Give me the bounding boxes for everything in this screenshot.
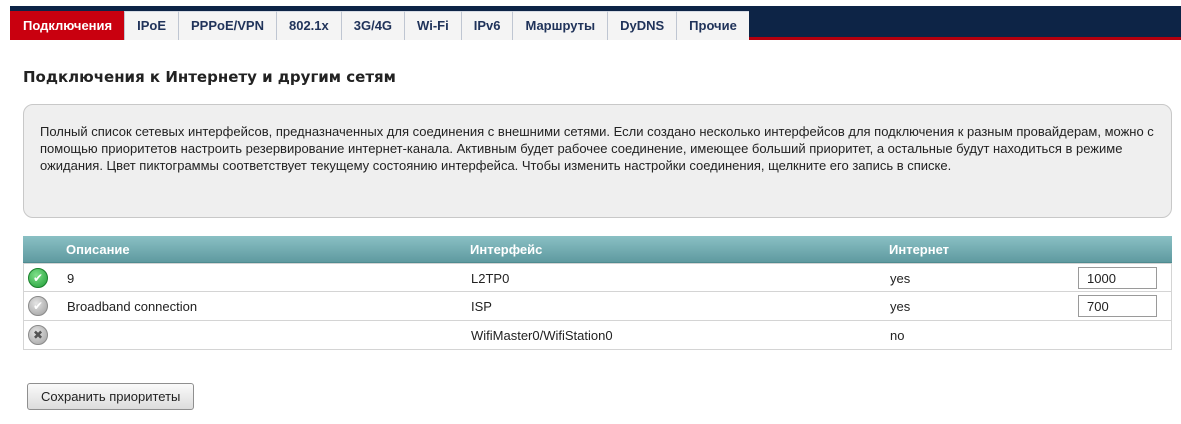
tab-802-1x[interactable]: 802.1x [275, 11, 341, 40]
table-row[interactable]: ✔ Broadband connection ISP yes [23, 292, 1172, 321]
save-priorities-button[interactable]: Сохранить приоритеты [27, 383, 195, 410]
tab-routes[interactable]: Маршруты [512, 11, 608, 40]
column-header-internet: Интернет [889, 242, 950, 257]
x-icon: ✖ [28, 325, 48, 345]
tab-connections[interactable]: Подключения [10, 11, 125, 40]
tab-3g-4g[interactable]: 3G/4G [340, 11, 405, 40]
top-navigation: Подключения IPoE PPPoE/VPN 802.1x 3G/4G … [0, 0, 1181, 40]
tab-wifi[interactable]: Wi-Fi [404, 11, 461, 40]
tab-dydns[interactable]: DyDNS [607, 11, 677, 40]
row-internet: yes [890, 299, 911, 314]
row-description: 9 [67, 271, 75, 286]
check-icon: ✔ [28, 268, 48, 288]
priority-input[interactable] [1078, 295, 1157, 317]
page-title: Подключения к Интернету и другим сетям [23, 68, 396, 86]
row-internet: yes [890, 271, 911, 286]
tab-pppoe-vpn[interactable]: PPPoE/VPN [178, 11, 276, 40]
tab-other[interactable]: Прочие [676, 11, 749, 40]
table-row[interactable]: ✖ WifiMaster0/WifiStation0 no [23, 321, 1172, 350]
row-description: Broadband connection [67, 299, 198, 314]
tab-bar: Подключения IPoE PPPoE/VPN 802.1x 3G/4G … [10, 6, 1181, 40]
row-interface: WifiMaster0/WifiStation0 [471, 328, 613, 343]
row-interface: L2TP0 [471, 271, 510, 286]
tab-ipv6[interactable]: IPv6 [460, 11, 513, 40]
priority-input[interactable] [1078, 267, 1157, 289]
column-header-description: Описание [66, 242, 130, 257]
row-interface: ISP [471, 299, 492, 314]
table-header: Описание Интерфейс Интернет [23, 236, 1172, 263]
column-header-interface: Интерфейс [470, 242, 543, 257]
tabs: Подключения IPoE PPPoE/VPN 802.1x 3G/4G … [10, 11, 749, 40]
row-internet: no [890, 328, 905, 343]
info-text: Полный список сетевых интерфейсов, предн… [40, 124, 1154, 173]
info-box: Полный список сетевых интерфейсов, предн… [23, 104, 1172, 218]
table-row[interactable]: ✔ 9 L2TP0 yes [23, 263, 1172, 292]
tab-ipoe[interactable]: IPoE [124, 11, 179, 40]
connections-table: Описание Интерфейс Интернет ✔ 9 L2TP0 ye… [23, 236, 1172, 350]
check-icon: ✔ [28, 296, 48, 316]
